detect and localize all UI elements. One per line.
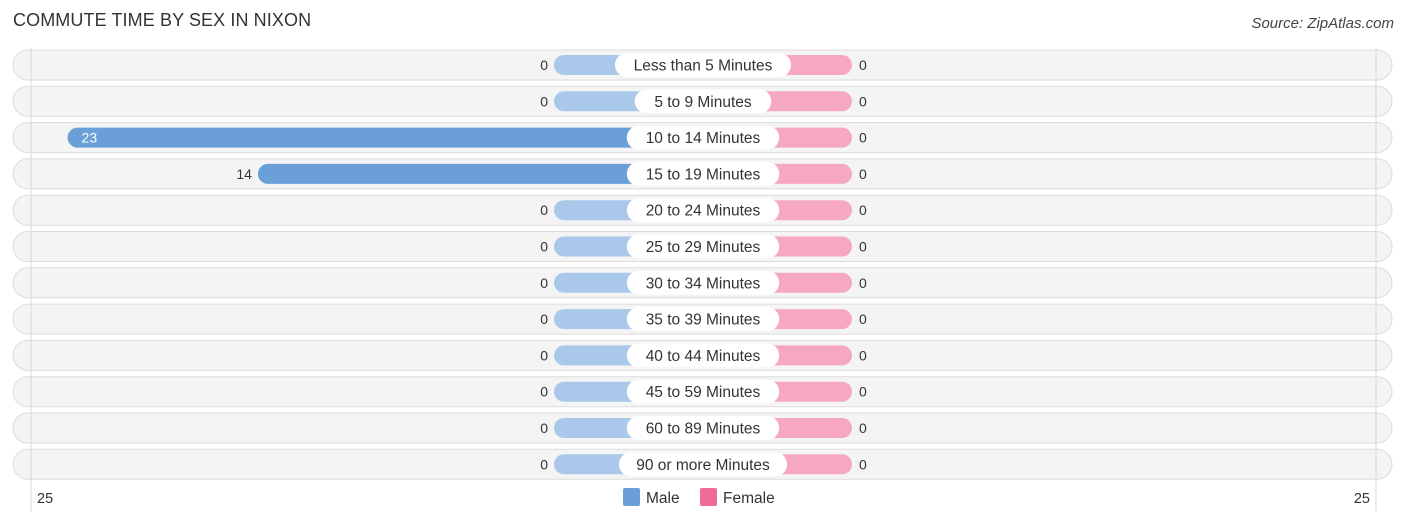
male-value-label: 0: [540, 275, 548, 291]
legend-female-swatch: [700, 488, 717, 506]
category-label: 25 to 29 Minutes: [646, 239, 761, 256]
category-label: 35 to 39 Minutes: [646, 312, 761, 329]
chart-canvas: Less than 5 Minutes0 05 to 9 Minutes0 010 …: [12, 48, 1393, 512]
male-value-label: 0: [540, 456, 548, 472]
chart-row: 35 to 39 Minutes 0 0: [12, 303, 1393, 335]
legend: Male Female: [623, 488, 775, 507]
female-value-label: 0: [859, 275, 867, 291]
male-value-label: 0: [540, 93, 548, 109]
male-value-label: 0: [540, 420, 548, 436]
chart-row: 15 to 19 Minutes 14 0: [12, 158, 1393, 190]
legend-female-label: Female: [723, 490, 775, 507]
category-label: 20 to 24 Minutes: [646, 203, 761, 220]
female-value-label: 0: [859, 239, 867, 255]
category-label: 15 to 19 Minutes: [646, 166, 761, 183]
female-value-label: 0: [859, 456, 867, 472]
chart-row: Less than 5 Minutes 0 0: [12, 49, 1393, 81]
chart-row: 25 to 29 Minutes 0 0: [12, 231, 1393, 262]
chart-row: 60 to 89 Minutes 0 0: [12, 412, 1393, 444]
male-value-label: 0: [540, 347, 548, 363]
axis-label-right: 25: [1354, 491, 1370, 507]
axis-label-left: 25: [37, 491, 53, 507]
category-label: 30 to 34 Minutes: [646, 275, 761, 292]
female-value-label: 0: [859, 130, 867, 146]
male-value-label: 0: [540, 384, 548, 400]
chart-row: 20 to 24 Minutes 0 0: [12, 194, 1393, 226]
chart-row: 5 to 9 Minutes 0 0: [12, 85, 1393, 117]
category-label: 40 to 44 Minutes: [646, 348, 761, 365]
male-value-label: 14: [236, 166, 252, 182]
category-label: 45 to 59 Minutes: [646, 384, 761, 401]
chart-row: 10 to 14 Minutes 23 0: [12, 122, 1393, 154]
male-value-label: 23: [82, 130, 98, 146]
female-value-label: 0: [859, 166, 867, 182]
female-value-label: 0: [859, 202, 867, 218]
female-value-label: 0: [859, 420, 867, 436]
category-label: 60 to 89 Minutes: [646, 421, 761, 438]
chart-row: 30 to 34 Minutes 0 0: [12, 267, 1393, 299]
male-bar: [67, 127, 704, 148]
female-value-label: 0: [859, 384, 867, 400]
male-value-label: 0: [540, 239, 548, 255]
female-value-label: 0: [859, 347, 867, 363]
chart-rows: Less than 5 Minutes0 05 to 9 Minutes0 010 …: [12, 49, 1393, 480]
female-value-label: 0: [859, 311, 867, 327]
female-value-label: 0: [859, 93, 867, 109]
legend-male-swatch: [623, 488, 640, 506]
legend-male-label: Male: [646, 490, 680, 507]
category-label: Less than 5 Minutes: [634, 58, 773, 75]
chart-row: 45 to 59 Minutes 0 0: [12, 376, 1393, 408]
category-label: 10 to 14 Minutes: [646, 130, 761, 147]
female-value-label: 0: [859, 57, 867, 73]
category-label: 5 to 9 Minutes: [654, 94, 752, 111]
male-value-label: 0: [540, 311, 548, 327]
male-value-label: 0: [540, 57, 548, 73]
category-label: 90 or more Minutes: [636, 457, 770, 474]
chart-row: 40 to 44 Minutes 0 0: [12, 339, 1393, 371]
chart-row: 90 or more Minutes 0 0: [12, 448, 1393, 480]
male-value-label: 0: [540, 202, 548, 218]
